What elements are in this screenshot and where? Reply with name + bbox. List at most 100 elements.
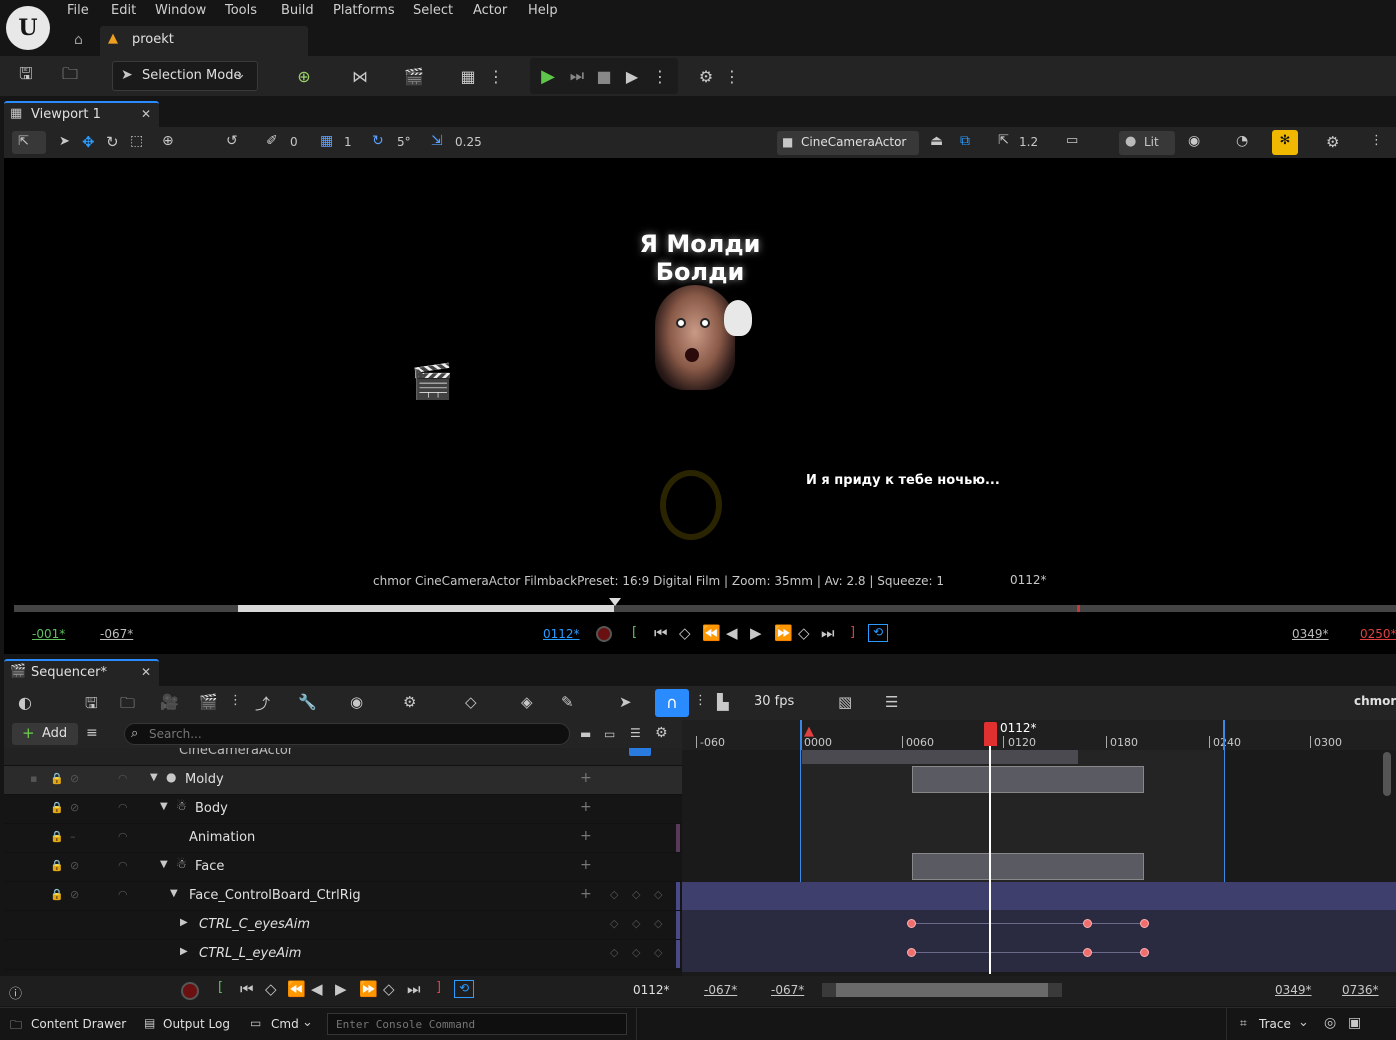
advance-frame-icon[interactable]: ⏭ (565, 64, 589, 88)
add-key-icon[interactable]: ◇ (632, 946, 640, 959)
edit-pen-icon[interactable]: ✎ (561, 693, 574, 711)
camera-dropdown[interactable]: ■ CineCameraActor (777, 131, 919, 155)
expand-arrow-icon[interactable]: ▶ (180, 946, 188, 957)
working-end-field[interactable]: 0736* (1342, 983, 1379, 997)
lock-icon[interactable]: 🔒 (50, 859, 64, 872)
surface-snap-icon[interactable]: ↺ (226, 133, 238, 149)
viewport-scrubber-track[interactable] (14, 605, 1396, 612)
play-options-icon[interactable]: ▶ (620, 64, 644, 88)
playhead-line[interactable] (989, 722, 991, 974)
range-start-icon[interactable]: [ (218, 980, 223, 995)
lock-icon[interactable]: 🔒 (50, 772, 64, 785)
horizontal-scrollbar-thumb[interactable] (836, 983, 1048, 997)
next-key-icon[interactable]: ◇ (383, 980, 395, 998)
play-reverse-icon[interactable]: ◀ (726, 624, 738, 642)
keyframe[interactable] (1083, 948, 1092, 957)
key-add-icon[interactable]: ◈ (521, 693, 533, 711)
filter-icon[interactable]: ≡ (86, 725, 98, 741)
source-control-icon[interactable]: ◎ (1324, 1015, 1336, 1031)
pilot-icon[interactable]: ⧉ (960, 133, 970, 149)
lock-icon[interactable]: 🔒 (50, 801, 64, 814)
frame-marker-icon[interactable]: ▙ (717, 693, 729, 711)
jump-start-icon[interactable]: ⏮ (654, 624, 668, 642)
more-seq-icon[interactable]: ⋮ (229, 693, 242, 708)
record-icon[interactable] (596, 626, 612, 642)
play-forward-icon[interactable]: ▶ (750, 624, 762, 642)
home-icon[interactable]: ⌂ (74, 32, 83, 48)
prev-key-icon[interactable]: ◇ (679, 624, 691, 642)
jump-start-icon[interactable]: ⏮ (240, 980, 254, 998)
snap-translate-icon[interactable]: ✐ (266, 133, 278, 149)
play-icon[interactable]: ▶ (536, 64, 560, 88)
curve-editor-icon[interactable]: ▧ (838, 693, 852, 711)
game-view-icon[interactable]: ✻ (1272, 130, 1298, 155)
search-input[interactable] (149, 726, 539, 742)
menu-edit[interactable]: Edit (111, 3, 136, 21)
camera-section[interactable] (802, 750, 1078, 764)
world-icon[interactable]: ◐ (18, 693, 32, 712)
next-frame-icon[interactable]: ⏩ (359, 980, 378, 998)
expand-arrow-icon[interactable]: ▼ (160, 859, 168, 870)
track-row[interactable]: 🔒 ⊘ ◠ ▼ Face_ControlBoard_CtrlRig + ◇ ◇ … (4, 882, 682, 911)
content-drawer-button[interactable]: 🗀 Content Drawer (4, 1010, 128, 1038)
info-icon[interactable]: ⓘ (9, 983, 22, 1002)
more-play-icon[interactable]: ⋮ (648, 64, 672, 88)
view-end-frame[interactable]: 0349* (1292, 627, 1329, 641)
world-space-icon[interactable]: ⊕ (162, 133, 174, 149)
screen-percentage-icon[interactable]: ▭ (1066, 133, 1078, 148)
cinematics-icon[interactable]: 🎬 (402, 64, 426, 88)
menu-platforms[interactable]: Platforms (333, 3, 395, 21)
play-reverse-icon[interactable]: ◀ (311, 980, 323, 998)
lock-icon[interactable]: 🔒 (50, 888, 64, 901)
close-icon[interactable]: ✕ (141, 107, 151, 121)
add-plus-icon[interactable]: + (580, 857, 592, 873)
viewport-tab[interactable]: ▦ Viewport 1 ✕ (4, 101, 159, 127)
solo-icon[interactable]: ⊘ (70, 772, 79, 785)
next-key-icon[interactable]: ◇ (654, 888, 662, 901)
add-key-icon[interactable]: ◇ (632, 917, 640, 930)
save-sequence-icon[interactable]: 🖫 (85, 693, 98, 718)
track-search-box[interactable]: ⌕ (124, 723, 570, 745)
scale-snap-value[interactable]: 0.25 (455, 135, 482, 149)
current-frame-field[interactable]: 0112* (543, 627, 580, 641)
range-start-line[interactable] (800, 720, 802, 750)
jump-end-icon[interactable]: ⏭ (407, 980, 421, 998)
track-row[interactable]: ▶ CTRL_C_eyesAim ◇ ◇ ◇ (4, 911, 682, 940)
add-plus-icon[interactable]: + (580, 770, 592, 786)
lock-icon[interactable]: 🔒 (50, 830, 64, 843)
eject-icon[interactable]: ⏏ (930, 133, 943, 149)
ctrlrig-row-highlight[interactable] (682, 882, 1396, 910)
outliner-settings-icon[interactable]: ⚙ (655, 725, 668, 741)
playback-end-frame[interactable]: 0250* (1360, 627, 1396, 641)
keyframe[interactable] (1140, 948, 1149, 957)
tools-wrench-icon[interactable]: 🔧 (298, 693, 317, 711)
next-key-icon[interactable]: ◇ (654, 946, 662, 959)
more-platforms-icon[interactable]: ⋮ (720, 64, 744, 88)
working-start-field[interactable]: -067* (771, 983, 804, 997)
grid-snap-icon[interactable]: ▦ (320, 133, 333, 149)
settings-gear-icon[interactable]: ⚙ (1326, 133, 1339, 151)
playback-options-icon[interactable]: ⚙ (403, 693, 416, 711)
cmd-dropdown[interactable]: ▭ Cmd ⌄ (244, 1010, 320, 1038)
track-row[interactable]: 🔒 – ◠ Animation + (4, 824, 682, 853)
keyframe[interactable] (1140, 919, 1149, 928)
menu-actor[interactable]: Actor (473, 3, 507, 21)
rotate-icon[interactable]: ↻ (106, 133, 119, 151)
expand-arrow-icon[interactable]: ▼ (160, 801, 168, 812)
expand-arrow-icon[interactable]: ▼ (170, 888, 178, 899)
time-ruler[interactable] (682, 720, 1396, 750)
content-browser-icon[interactable]: 🗀 (58, 64, 82, 88)
view-end-field[interactable]: 0349* (1275, 983, 1312, 997)
scale-snap-icon[interactable]: ⇲ (431, 133, 443, 149)
unreal-logo-icon[interactable]: U (6, 6, 50, 50)
blueprint-icon[interactable]: ⋈ (348, 64, 372, 88)
close-icon[interactable]: ✕ (141, 665, 151, 679)
track-row[interactable]: CineCameraActor (4, 748, 682, 766)
jump-end-icon[interactable]: ⏭ (821, 624, 835, 642)
solo-icon[interactable]: ⊘ (70, 888, 79, 901)
add-plus-icon[interactable]: + (580, 886, 592, 902)
snap-options-icon[interactable]: ⋮ (694, 693, 707, 708)
playback-start-frame[interactable]: -001* (32, 627, 65, 641)
mute-icon[interactable]: ◠ (118, 801, 128, 814)
record-icon[interactable] (181, 982, 199, 1000)
